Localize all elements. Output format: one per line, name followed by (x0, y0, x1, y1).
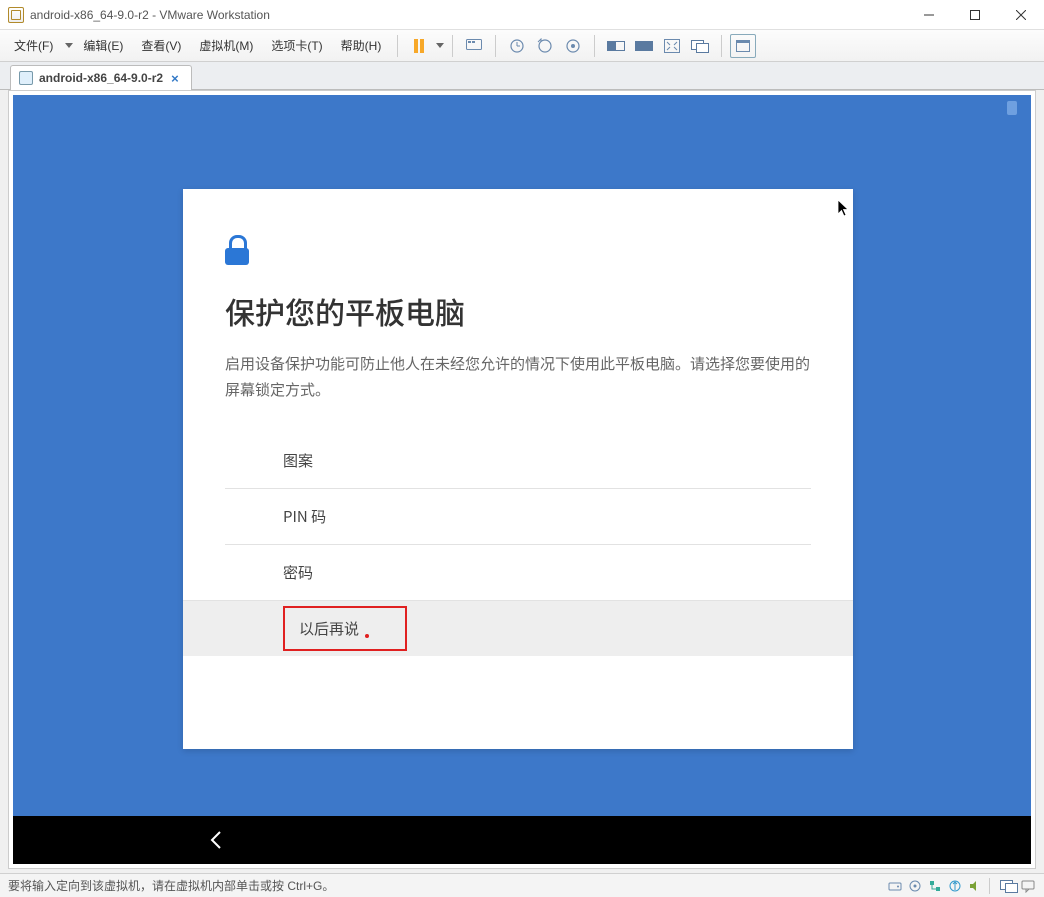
toolbar-separator (397, 35, 398, 57)
chevron-left-icon (209, 830, 223, 850)
android-screen: 保护您的平板电脑 启用设备保护功能可防止他人在未经您允许的情况下使用此平板电脑。… (13, 95, 1031, 864)
toolbar-separator (495, 35, 496, 57)
highlight-dot-icon (365, 634, 369, 638)
status-display-icon[interactable] (1000, 878, 1016, 894)
single-monitor-icon (607, 41, 625, 51)
revert-snapshot-button[interactable] (532, 34, 558, 58)
option-pin[interactable]: PIN 码 (225, 488, 811, 544)
clock-manage-icon (565, 38, 581, 54)
android-status-battery-icon (1007, 101, 1017, 115)
multi-monitor-icon (691, 40, 709, 52)
option-later[interactable]: 以后再说 (183, 600, 853, 656)
fullscreen-button[interactable] (659, 34, 685, 58)
dropdown-caret-icon (436, 43, 444, 48)
lock-options-list: 图案 PIN 码 密码 以后再说 (225, 432, 811, 656)
dropdown-caret-icon (65, 43, 73, 48)
android-navbar (13, 816, 1031, 864)
toolbar-separator (594, 35, 595, 57)
status-cd-icon[interactable] (907, 878, 923, 894)
tabstrip: android-x86_64-9.0-r2 × (0, 62, 1044, 90)
vmware-app-icon (8, 7, 24, 23)
setup-description: 启用设备保护功能可防止他人在未经您允许的情况下使用此平板电脑。请选择您要使用的屏… (225, 351, 811, 402)
option-password[interactable]: 密码 (225, 544, 811, 600)
lock-icon (225, 235, 249, 265)
menu-tabs[interactable]: 选项卡(T) (263, 33, 330, 58)
toolbar-separator (721, 35, 722, 57)
pause-vm-button[interactable] (406, 34, 432, 58)
option-later-label: 以后再说 (299, 618, 359, 639)
display-unity-button[interactable] (631, 34, 657, 58)
window-maximize-button[interactable] (952, 0, 998, 30)
statusbar-separator (989, 878, 990, 894)
tab-close-button[interactable]: × (169, 72, 181, 85)
highlight-box: 以后再说 (283, 606, 407, 651)
window-minimize-button[interactable] (906, 0, 952, 30)
status-message-icon[interactable] (1020, 878, 1036, 894)
vm-viewport[interactable]: 保护您的平板电脑 启用设备保护功能可防止他人在未经您允许的情况下使用此平板电脑。… (8, 90, 1036, 869)
setup-title: 保护您的平板电脑 (225, 289, 811, 333)
cycle-multiple-monitors-button[interactable] (687, 34, 713, 58)
menu-vm[interactable]: 虚拟机(M) (191, 33, 261, 58)
display-single-button[interactable] (603, 34, 629, 58)
clock-back-icon (537, 38, 553, 54)
toolbar-separator (452, 35, 453, 57)
vm-tab-label: android-x86_64-9.0-r2 (39, 71, 163, 85)
clock-icon (509, 38, 525, 54)
menu-edit[interactable]: 编辑(E) (75, 33, 131, 58)
nav-back-button[interactable] (209, 830, 223, 850)
fullscreen-icon (664, 39, 680, 53)
status-disk-icon[interactable] (887, 878, 903, 894)
console-view-button[interactable] (730, 34, 756, 58)
keyboard-icon (466, 39, 482, 53)
statusbar-hint: 要将输入定向到该虚拟机，请在虚拟机内部单击或按 Ctrl+G。 (8, 877, 334, 894)
option-pin-label: PIN 码 (283, 506, 326, 527)
window-close-button[interactable] (998, 0, 1044, 30)
console-icon (736, 40, 750, 52)
manage-snapshots-button[interactable] (560, 34, 586, 58)
pause-icon (414, 39, 424, 53)
setup-card: 保护您的平板电脑 启用设备保护功能可防止他人在未经您允许的情况下使用此平板电脑。… (183, 189, 853, 749)
vm-tab-icon (19, 71, 33, 85)
unity-icon (635, 41, 653, 51)
vm-tab[interactable]: android-x86_64-9.0-r2 × (10, 65, 192, 90)
option-pattern[interactable]: 图案 (225, 432, 811, 488)
window-title: android-x86_64-9.0-r2 - VMware Workstati… (30, 8, 270, 22)
menu-help[interactable]: 帮助(H) (333, 33, 390, 58)
option-pattern-label: 图案 (283, 450, 313, 471)
menu-file[interactable]: 文件(F) (6, 33, 61, 58)
statusbar: 要将输入定向到该虚拟机，请在虚拟机内部单击或按 Ctrl+G。 (0, 873, 1044, 897)
status-network-icon[interactable] (927, 878, 943, 894)
send-ctrl-alt-del-button[interactable] (461, 34, 487, 58)
window-titlebar: android-x86_64-9.0-r2 - VMware Workstati… (0, 0, 1044, 30)
menu-view[interactable]: 查看(V) (133, 33, 189, 58)
menubar: 文件(F) 编辑(E) 查看(V) 虚拟机(M) 选项卡(T) 帮助(H) (0, 30, 1044, 62)
status-sound-icon[interactable] (967, 878, 983, 894)
option-password-label: 密码 (283, 562, 313, 583)
status-usb-icon[interactable] (947, 878, 963, 894)
snapshot-button[interactable] (504, 34, 530, 58)
